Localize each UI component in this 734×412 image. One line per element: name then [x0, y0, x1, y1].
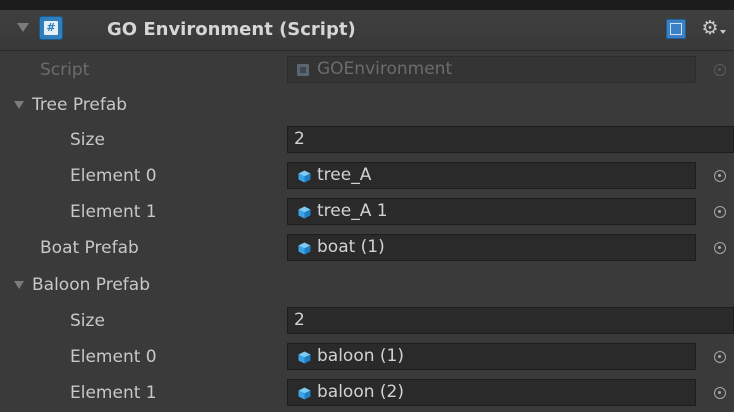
tree-prefab-element-1-row: Element 1 tree_A 1	[0, 194, 734, 230]
gear-icon[interactable]: ⚙	[699, 17, 721, 39]
script-field: GOEnvironment	[287, 56, 696, 83]
tree-prefab-foldout[interactable]: Tree Prefab	[0, 87, 734, 123]
script-value: GOEnvironment	[317, 59, 453, 79]
size-label: Size	[70, 311, 105, 331]
foldout-expanded-icon[interactable]	[17, 23, 29, 32]
size-value: 2	[294, 310, 305, 330]
object-picker-icon[interactable]	[714, 170, 726, 182]
prefab-cube-icon	[298, 170, 311, 183]
element-label: Element 1	[70, 202, 157, 222]
tree-prefab-element-0-row: Element 0 tree_A	[0, 158, 734, 194]
tree-prefab-label: Tree Prefab	[32, 95, 128, 115]
baloon-prefab-element-0-field[interactable]: baloon (1)	[287, 343, 696, 370]
baloon-prefab-element-0-row: Element 0 baloon (1)	[0, 339, 734, 375]
csharp-script-icon: #	[39, 16, 63, 40]
tree-prefab-size-input[interactable]: 2	[287, 126, 734, 153]
prefab-cube-icon	[298, 206, 311, 219]
baloon-prefab-foldout[interactable]: Baloon Prefab	[0, 267, 734, 303]
boat-prefab-row: Boat Prefab boat (1)	[0, 230, 734, 266]
object-value: tree_A 1	[317, 201, 388, 221]
tree-prefab-element-1-field[interactable]: tree_A 1	[287, 198, 696, 225]
top-divider	[0, 0, 734, 10]
baloon-prefab-element-1-field[interactable]: baloon (2)	[287, 379, 696, 406]
prefab-cube-icon	[298, 351, 311, 364]
tree-prefab-element-0-field[interactable]: tree_A	[287, 162, 696, 189]
object-picker-icon[interactable]	[714, 351, 726, 363]
gear-dropdown-caret-icon	[720, 30, 726, 34]
prefab-cube-icon	[298, 242, 311, 255]
element-label: Element 1	[70, 383, 157, 403]
script-glyph: #	[46, 21, 56, 34]
component-title: GO Environment (Script)	[107, 19, 356, 40]
object-value: baloon (1)	[317, 346, 404, 366]
baloon-prefab-size-input[interactable]: 2	[287, 307, 734, 334]
size-label: Size	[70, 130, 105, 150]
object-picker-icon[interactable]	[714, 242, 726, 254]
element-label: Element 0	[70, 166, 157, 186]
object-picker-icon[interactable]	[714, 206, 726, 218]
object-value: baloon (2)	[317, 382, 404, 402]
baloon-prefab-element-1-row: Element 1 baloon (2)	[0, 375, 734, 411]
prefab-cube-icon	[298, 387, 311, 400]
element-label: Element 0	[70, 347, 157, 367]
object-picker-icon	[714, 64, 726, 76]
component-header[interactable]: # GO Environment (Script) ⚙	[0, 10, 734, 51]
object-value: tree_A	[317, 165, 372, 185]
baloon-prefab-size-row: Size 2	[0, 303, 734, 339]
size-value: 2	[294, 129, 305, 149]
object-picker-icon[interactable]	[714, 387, 726, 399]
tree-prefab-size-row: Size 2	[0, 122, 734, 158]
script-asset-icon	[297, 64, 309, 76]
foldout-expanded-icon[interactable]	[14, 101, 24, 109]
inspector-panel: # GO Environment (Script) ⚙ Script GOEnv…	[0, 0, 734, 412]
script-label: Script	[40, 60, 90, 80]
boat-prefab-label: Boat Prefab	[40, 238, 139, 258]
script-row: Script GOEnvironment	[0, 52, 734, 88]
help-book-icon[interactable]	[666, 19, 686, 39]
boat-prefab-field[interactable]: boat (1)	[287, 234, 696, 261]
baloon-prefab-label: Baloon Prefab	[32, 275, 151, 295]
object-value: boat (1)	[317, 237, 385, 257]
foldout-expanded-icon[interactable]	[14, 281, 24, 289]
